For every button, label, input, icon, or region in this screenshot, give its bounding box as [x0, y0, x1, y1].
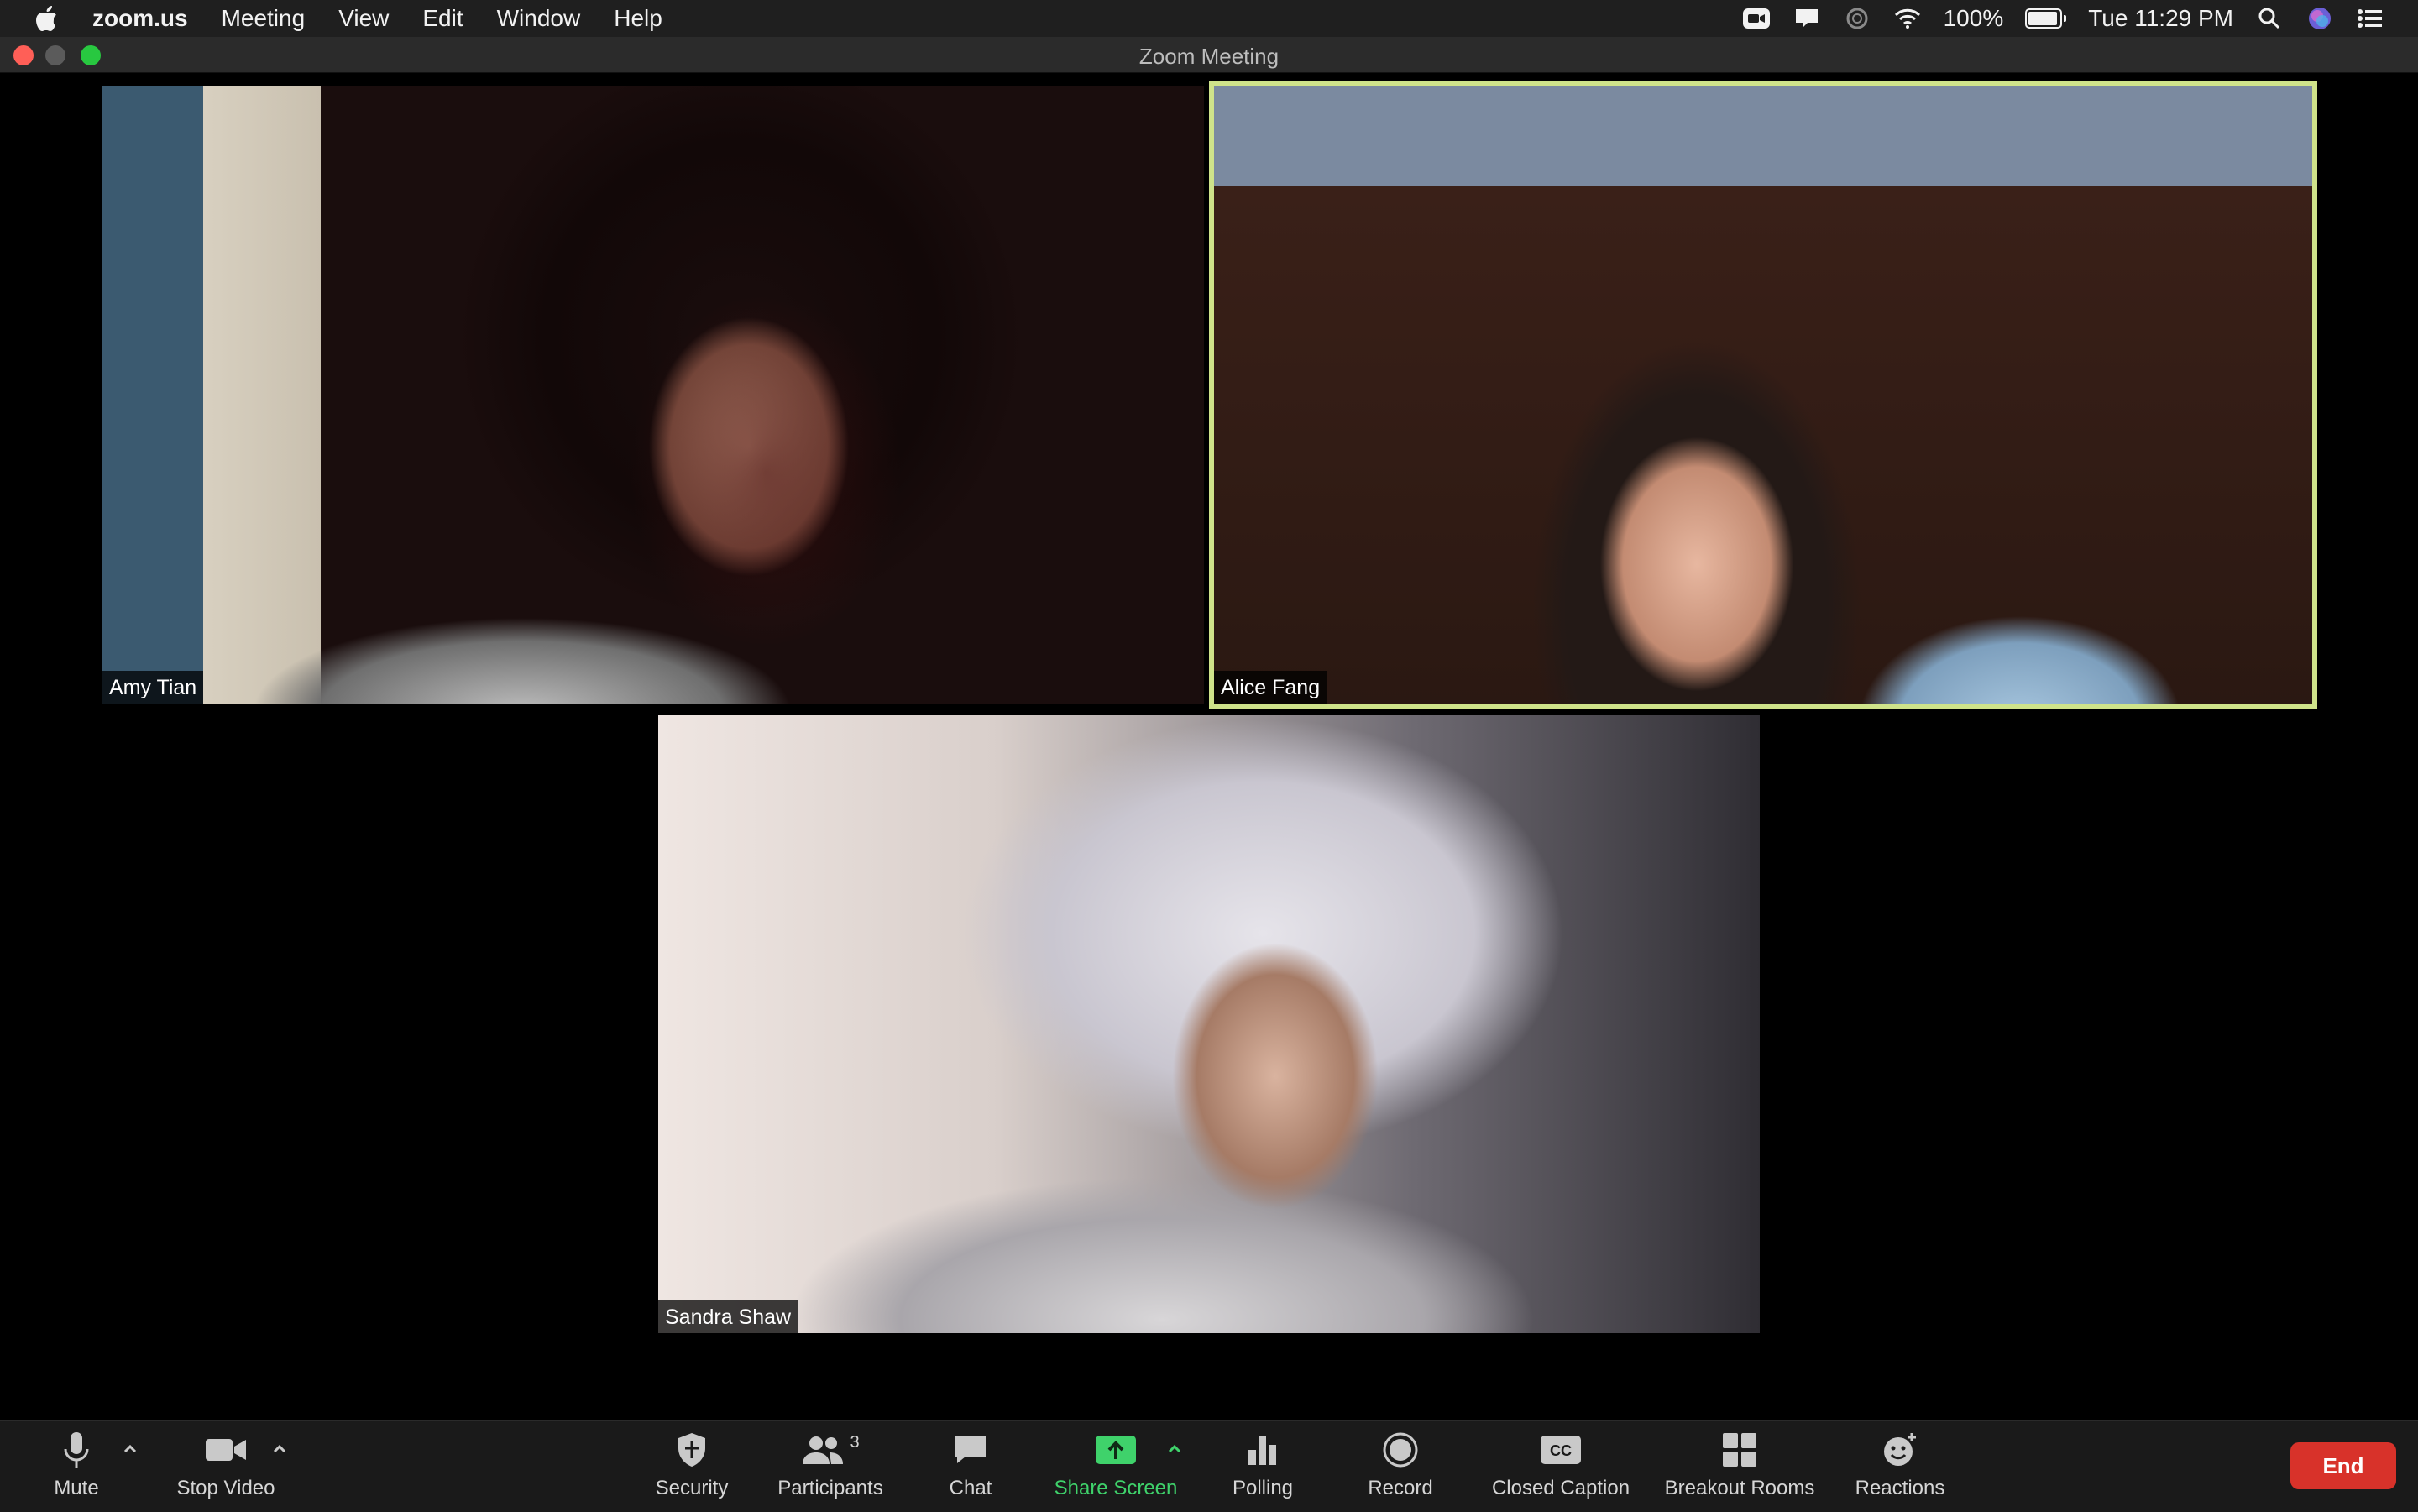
participant-name-label: Alice Fang — [1214, 671, 1327, 704]
participant-name-label: Sandra Shaw — [658, 1300, 798, 1333]
participant-name-label: Amy Tian — [102, 671, 204, 704]
mute-button[interactable]: Mute — [47, 1430, 106, 1507]
battery-icon[interactable] — [2025, 8, 2067, 29]
closed-caption-icon: CC — [1540, 1430, 1582, 1470]
zoom-camera-icon[interactable] — [1742, 6, 1771, 31]
menu-window[interactable]: Window — [497, 5, 581, 32]
end-meeting-button[interactable]: End — [2290, 1442, 2396, 1489]
record-icon — [1382, 1430, 1419, 1470]
meeting-controls-toolbar: Mute Stop Video Security 3 Participants … — [0, 1420, 2418, 1512]
security-label: Security — [655, 1477, 729, 1499]
polling-button[interactable]: Polling — [1229, 1430, 1296, 1507]
share-screen-icon — [1095, 1430, 1137, 1470]
chat-bubble-icon — [952, 1430, 989, 1470]
menu-edit[interactable]: Edit — [422, 5, 463, 32]
video-options-caret-icon[interactable] — [270, 1440, 289, 1458]
audio-options-caret-icon[interactable] — [121, 1440, 139, 1458]
microphone-icon — [62, 1430, 91, 1470]
do-not-disturb-icon[interactable] — [1843, 6, 1871, 31]
window-title: Zoom Meeting — [1138, 44, 1280, 69]
svg-text:CC: CC — [1550, 1442, 1572, 1459]
menu-view[interactable]: View — [338, 5, 389, 32]
window-title-bar[interactable]: Zoom Meeting — [0, 37, 2418, 73]
menu-bar-status-area: 100% Tue 11:29 PM — [1720, 0, 2384, 37]
reactions-button[interactable]: Reactions — [1852, 1430, 1948, 1507]
video-tile-alice-fang-active-speaker[interactable]: Alice Fang — [1209, 81, 2317, 709]
security-button[interactable]: Security — [648, 1430, 735, 1507]
notification-icon[interactable] — [1793, 6, 1821, 31]
participants-label: Participants — [777, 1477, 883, 1499]
video-camera-icon — [204, 1430, 248, 1470]
menu-clock[interactable]: Tue 11:29 PM — [2088, 5, 2233, 32]
shield-icon — [676, 1430, 708, 1470]
spotlight-search-icon[interactable] — [2255, 6, 2284, 31]
record-button[interactable]: Record — [1367, 1430, 1434, 1507]
reactions-emoji-icon — [1882, 1430, 1918, 1470]
stop-video-label: Stop Video — [176, 1477, 275, 1499]
record-label: Record — [1368, 1477, 1433, 1499]
wifi-icon[interactable] — [1893, 6, 1922, 31]
breakout-rooms-button[interactable]: Breakout Rooms — [1661, 1430, 1819, 1507]
chat-button[interactable]: Chat — [942, 1430, 999, 1507]
apple-logo-icon[interactable] — [34, 4, 59, 33]
siri-icon[interactable] — [2305, 6, 2334, 31]
breakout-rooms-icon — [1721, 1430, 1758, 1470]
control-center-icon[interactable] — [2356, 6, 2384, 31]
share-options-caret-icon[interactable] — [1165, 1440, 1184, 1458]
bar-chart-icon — [1246, 1430, 1280, 1470]
participants-count-badge: 3 — [850, 1433, 860, 1452]
breakout-rooms-label: Breakout Rooms — [1664, 1477, 1815, 1499]
video-tile-amy-tian[interactable]: Amy Tian — [102, 86, 1204, 704]
menu-app-name[interactable]: zoom.us — [92, 5, 188, 32]
chat-label: Chat — [949, 1477, 992, 1499]
participants-icon: 3 — [801, 1430, 860, 1470]
menu-help[interactable]: Help — [614, 5, 662, 32]
battery-fill — [2028, 12, 2058, 25]
share-screen-button[interactable]: Share Screen — [1049, 1430, 1182, 1507]
closed-caption-button[interactable]: CC Closed Caption — [1486, 1430, 1636, 1507]
share-screen-label: Share Screen — [1054, 1477, 1178, 1499]
battery-percent: 100% — [1943, 5, 2004, 31]
mute-label: Mute — [54, 1477, 99, 1499]
closed-caption-label: Closed Caption — [1491, 1477, 1630, 1499]
macos-menu-bar: zoom.us Meeting View Edit Window Help 10… — [0, 0, 2418, 37]
polling-label: Polling — [1232, 1477, 1294, 1499]
reactions-label: Reactions — [1855, 1477, 1945, 1499]
video-tile-sandra-shaw[interactable]: Sandra Shaw — [658, 715, 1760, 1333]
participants-button[interactable]: 3 Participants — [772, 1430, 888, 1507]
menu-meeting[interactable]: Meeting — [222, 5, 306, 32]
stop-video-button[interactable]: Stop Video — [171, 1430, 280, 1507]
